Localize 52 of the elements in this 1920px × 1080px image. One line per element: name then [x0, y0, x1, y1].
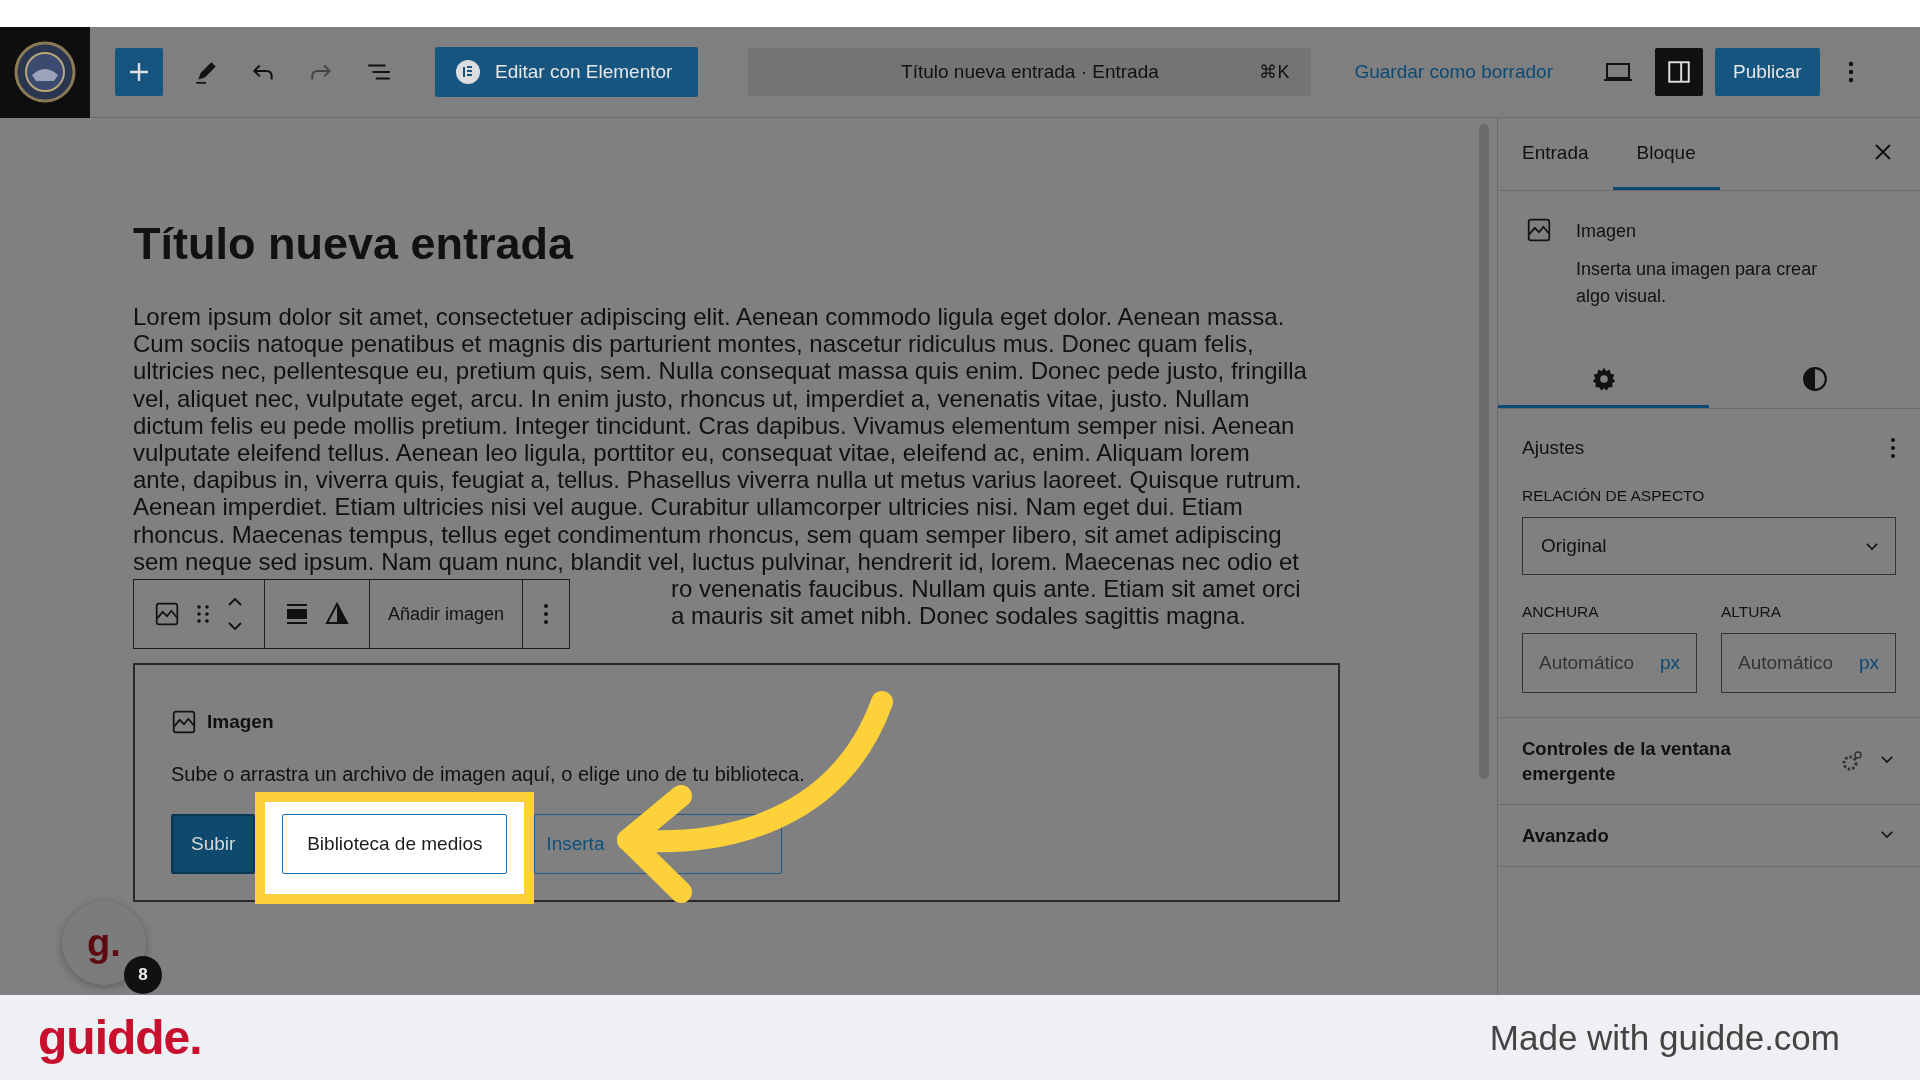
pen-icon[interactable]	[193, 59, 219, 85]
laptop-icon[interactable]	[1602, 61, 1633, 83]
align-icon[interactable]	[285, 602, 309, 627]
collapsible-panel[interactable]: Avanzado	[1498, 805, 1920, 867]
sidebar-tab[interactable]: Entrada	[1498, 118, 1613, 190]
more-options-icon[interactable]	[543, 603, 550, 626]
block-title: Imagen	[207, 711, 274, 734]
image-icon	[171, 709, 197, 736]
paragraph-text-line[interactable]: ro venenatis faucibus. Nullam quis ante. Etiam sit amet orci	[671, 575, 1301, 603]
site-logo[interactable]	[0, 26, 90, 118]
field-label: RELACIÓN DE ASPECTO	[1522, 487, 1706, 505]
collapsible-panel[interactable]: Controles de la ventana emergente	[1498, 718, 1920, 805]
document-title: Título nueva entrada · Entrada	[901, 61, 1159, 83]
settings-icon	[1590, 365, 1617, 392]
paragraph-text-line[interactable]: a mauris sit amet nibh. Donec sodales sagittis magna.	[671, 602, 1246, 630]
edit-with-elementor-button[interactable]: Editar con Elementor	[435, 47, 699, 97]
move-arrows-icon[interactable]	[226, 596, 244, 633]
image-icon	[1526, 217, 1552, 243]
section-title: Ajustes	[1522, 437, 1585, 459]
aspect-ratio-select[interactable]: Original	[1522, 517, 1896, 575]
upload-instructions: Sube o arrastra un archivo de imagen aquí, o elige uno de tu biblioteca.	[171, 763, 806, 787]
upload-button[interactable]: Subir	[171, 814, 256, 875]
more-options-icon[interactable]	[1890, 437, 1896, 459]
sidebar-icon	[1665, 59, 1692, 85]
post-title[interactable]: Título nueva entrada	[133, 216, 1479, 272]
panel-title: Controles de la ventana emergente	[1522, 737, 1732, 786]
command-bar[interactable]: Título nueva entrada · Entrada ⌘K	[748, 48, 1312, 96]
elementor-icon	[455, 59, 481, 85]
triangle-icon[interactable]	[325, 602, 349, 627]
sidebar-tab[interactable]: Bloque	[1612, 118, 1720, 190]
sidebar-toggle[interactable]	[1654, 48, 1703, 96]
width-field[interactable]: Automático px	[1522, 633, 1697, 693]
add-image-button[interactable]: Añadir imagen	[370, 603, 523, 625]
drag-handle-icon[interactable]	[196, 603, 210, 626]
more-options-icon[interactable]	[1847, 61, 1854, 83]
plus-icon	[128, 61, 150, 83]
footer-text: Made with guidde.com	[1489, 1017, 1840, 1058]
field-label: ALTURA	[1721, 603, 1782, 621]
media-library-button[interactable]: Biblioteca de medios	[282, 814, 508, 875]
field-label: ANCHURA	[1522, 603, 1600, 621]
block-description: Inserta una imagen para crear algo visual.	[1576, 258, 1819, 308]
image-icon	[154, 601, 180, 628]
shortcut-label: ⌘K	[1259, 61, 1290, 83]
panel-title: Avanzado	[1522, 824, 1610, 848]
count-badge: 8	[124, 956, 162, 994]
height-field[interactable]: Automático px	[1721, 633, 1896, 693]
add-block-button[interactable]	[115, 48, 163, 96]
block-name: Imagen	[1576, 221, 1638, 242]
gears-icon	[1840, 749, 1864, 773]
guidde-logo: guidde.	[38, 1010, 202, 1065]
publish-button[interactable]: Publicar	[1714, 48, 1820, 96]
contrast-icon	[1801, 365, 1828, 392]
